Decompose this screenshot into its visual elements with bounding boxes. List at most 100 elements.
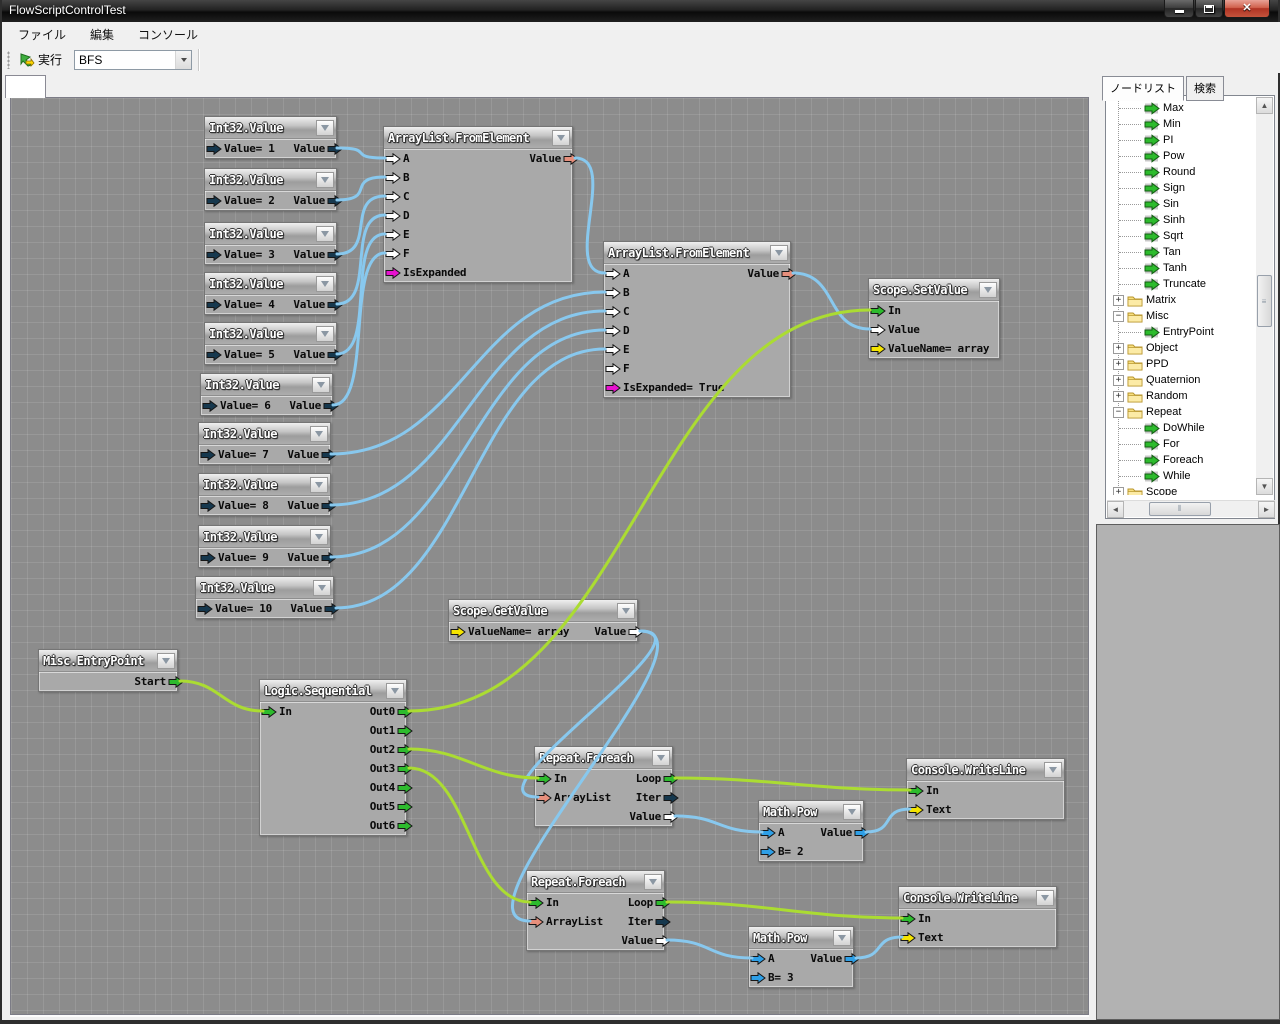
- node-logic-sequential-15[interactable]: Logic.SequentialInOut0Out1Out2Out3Out4Ou…: [259, 679, 407, 836]
- input-port[interactable]: [206, 249, 222, 261]
- menu-item-0[interactable]: ファイル: [8, 22, 76, 47]
- output-port[interactable]: [397, 801, 413, 813]
- input-port[interactable]: [605, 363, 621, 375]
- tree-item-for[interactable]: For: [1107, 436, 1258, 452]
- output-port[interactable]: [397, 820, 413, 832]
- node-dropdown-button[interactable]: [770, 245, 788, 261]
- output-port[interactable]: [397, 763, 413, 775]
- node-dropdown-button[interactable]: [316, 226, 334, 242]
- output-port[interactable]: [397, 744, 413, 756]
- minimize-button[interactable]: [1164, 0, 1194, 18]
- tree-item-sin[interactable]: Sin: [1107, 196, 1258, 212]
- node-math-pow-17[interactable]: Math.PowAValueB= 2: [758, 800, 864, 862]
- node-dropdown-button[interactable]: [644, 874, 662, 890]
- tree-item-truncate[interactable]: Truncate: [1107, 276, 1258, 292]
- node-arraylist-fromelement-11[interactable]: ArrayList.FromElementAValueBCDEFIsExpand…: [603, 241, 791, 398]
- output-port[interactable]: [663, 773, 679, 785]
- expand-expander[interactable]: +: [1113, 487, 1124, 496]
- input-port[interactable]: [900, 932, 916, 944]
- vertical-scroll-thumb[interactable]: ≡: [1257, 275, 1272, 327]
- node-console-writeline-18[interactable]: Console.WriteLineInText: [906, 758, 1065, 820]
- vertical-scrollbar[interactable]: ▲ ≡ ▼: [1256, 97, 1273, 495]
- input-port[interactable]: [870, 343, 886, 355]
- tree-item-foreach[interactable]: Foreach: [1107, 452, 1258, 468]
- scroll-down-button[interactable]: ▼: [1256, 478, 1273, 495]
- output-port[interactable]: [321, 500, 337, 512]
- input-port[interactable]: [760, 827, 776, 839]
- output-port[interactable]: [655, 897, 671, 909]
- node-header[interactable]: Int32.Value: [205, 169, 336, 191]
- node-header[interactable]: Console.WriteLine: [907, 759, 1064, 781]
- tree-item-pow[interactable]: Pow: [1107, 148, 1258, 164]
- input-port[interactable]: [197, 603, 213, 615]
- tree-item-min[interactable]: Min: [1107, 116, 1258, 132]
- node-int32-value-8[interactable]: Int32.ValueValue= 9Value: [198, 525, 331, 568]
- input-port[interactable]: [385, 229, 401, 241]
- node-repeat-foreach-16[interactable]: Repeat.ForeachInLoopArrayListIterValue: [534, 746, 673, 827]
- node-header[interactable]: Int32.Value: [201, 374, 332, 396]
- title-bar[interactable]: FlowScriptControlTest ✕: [2, 0, 1278, 22]
- input-port[interactable]: [605, 287, 621, 299]
- tree-item-random[interactable]: + Random: [1107, 388, 1258, 404]
- canvas-tab[interactable]: [5, 75, 46, 98]
- node-int32-value-6[interactable]: Int32.ValueValue= 7Value: [198, 422, 331, 465]
- node-header[interactable]: Int32.Value: [205, 273, 336, 295]
- node-scope-getvalue-13[interactable]: Scope.GetValueValueName= arrayValue: [448, 599, 638, 642]
- input-port[interactable]: [200, 449, 216, 461]
- input-port[interactable]: [605, 382, 621, 394]
- output-port[interactable]: [563, 153, 579, 165]
- sidebar-tab-0[interactable]: ノードリスト: [1102, 76, 1184, 101]
- tree-item-tanh[interactable]: Tanh: [1107, 260, 1258, 276]
- horizontal-scrollbar[interactable]: ◄ ⦀ ►: [1107, 500, 1275, 517]
- input-port[interactable]: [605, 268, 621, 280]
- output-port[interactable]: [321, 449, 337, 461]
- input-port[interactable]: [760, 846, 776, 858]
- input-port[interactable]: [385, 210, 401, 222]
- node-scope-setvalue-12[interactable]: Scope.SetValueInValueValueName= array: [868, 278, 1000, 359]
- tree-item-tan[interactable]: Tan: [1107, 244, 1258, 260]
- tree-item-dowhile[interactable]: DoWhile: [1107, 420, 1258, 436]
- node-header[interactable]: ArrayList.FromElement: [384, 127, 572, 149]
- node-dropdown-button[interactable]: [312, 377, 330, 393]
- node-header[interactable]: Scope.GetValue: [449, 600, 637, 622]
- input-port[interactable]: [206, 299, 222, 311]
- node-dropdown-button[interactable]: [1036, 890, 1054, 906]
- output-port[interactable]: [655, 916, 671, 928]
- tree-item-repeat[interactable]: − Repeat: [1107, 404, 1258, 420]
- node-header[interactable]: Int32.Value: [205, 117, 336, 139]
- tree-item-scope[interactable]: + Scope: [1107, 484, 1258, 495]
- menu-item-2[interactable]: コンソール: [128, 22, 208, 47]
- node-int32-value-4[interactable]: Int32.ValueValue= 5Value: [204, 322, 337, 365]
- output-port[interactable]: [844, 953, 860, 965]
- expand-expander[interactable]: +: [1113, 359, 1124, 370]
- tree-item-object[interactable]: + Object: [1107, 340, 1258, 356]
- combo-dropdown-icon[interactable]: [175, 51, 191, 69]
- node-header[interactable]: Int32.Value: [196, 577, 333, 599]
- node-header[interactable]: Int32.Value: [199, 423, 330, 445]
- input-port[interactable]: [908, 785, 924, 797]
- input-port[interactable]: [200, 552, 216, 564]
- output-port[interactable]: [397, 725, 413, 737]
- graph-canvas[interactable]: Int32.ValueValue= 1Value Int32.ValueValue…: [10, 97, 1089, 1015]
- node-header[interactable]: Scope.SetValue: [869, 279, 999, 301]
- output-port[interactable]: [321, 552, 337, 564]
- tree-item-sign[interactable]: Sign: [1107, 180, 1258, 196]
- toolbar-grip[interactable]: [7, 51, 10, 69]
- input-port[interactable]: [385, 153, 401, 165]
- input-port[interactable]: [536, 792, 552, 804]
- node-dropdown-button[interactable]: [386, 683, 404, 699]
- collapse-expander[interactable]: −: [1113, 311, 1124, 322]
- node-dropdown-button[interactable]: [617, 603, 635, 619]
- output-port[interactable]: [781, 268, 797, 280]
- node-header[interactable]: Int32.Value: [205, 223, 336, 245]
- input-port[interactable]: [385, 248, 401, 260]
- input-port[interactable]: [536, 773, 552, 785]
- expand-expander[interactable]: +: [1113, 391, 1124, 402]
- input-port[interactable]: [206, 349, 222, 361]
- scroll-up-button[interactable]: ▲: [1256, 97, 1273, 114]
- tree-item-round[interactable]: Round: [1107, 164, 1258, 180]
- input-port[interactable]: [870, 305, 886, 317]
- tree-item-sqrt[interactable]: Sqrt: [1107, 228, 1258, 244]
- node-dropdown-button[interactable]: [157, 653, 175, 669]
- node-int32-value-0[interactable]: Int32.ValueValue= 1Value: [204, 116, 337, 159]
